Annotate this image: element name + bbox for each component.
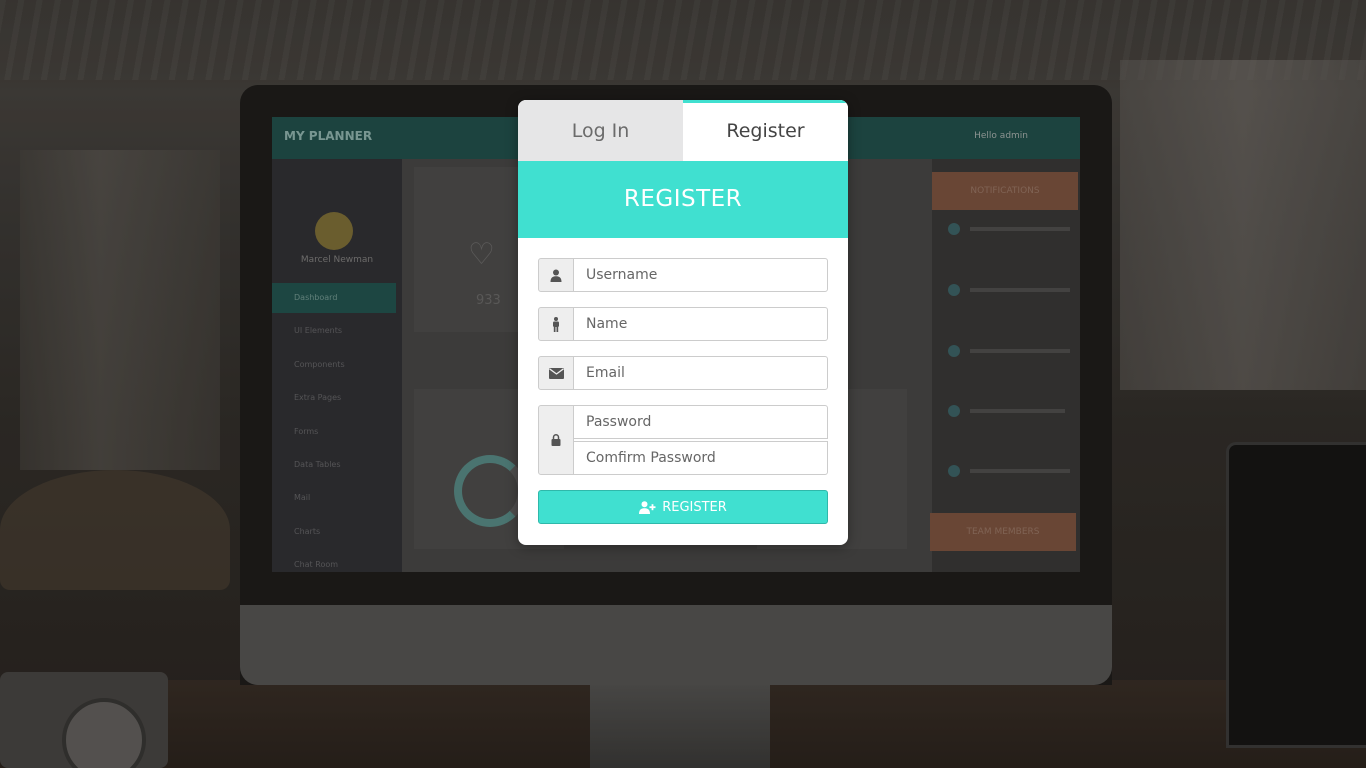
- name-field-group: [538, 307, 828, 341]
- username-field-group: [538, 258, 828, 292]
- confirm-password-input[interactable]: [573, 441, 828, 475]
- email-field-group: [538, 356, 828, 390]
- person-icon: [538, 307, 574, 341]
- lock-icon: [538, 405, 574, 475]
- email-input[interactable]: [573, 356, 828, 390]
- tab-register[interactable]: Register: [683, 100, 848, 161]
- username-input[interactable]: [573, 258, 828, 292]
- modal-title: REGISTER: [518, 161, 848, 238]
- register-button[interactable]: REGISTER: [538, 490, 828, 524]
- auth-tabs: Log In Register: [518, 100, 848, 161]
- password-field-group: [538, 405, 828, 475]
- tab-login[interactable]: Log In: [518, 100, 683, 161]
- register-modal: Log In Register REGISTER REGI: [518, 100, 848, 545]
- user-plus-icon: [639, 500, 656, 514]
- user-icon: [538, 258, 574, 292]
- envelope-icon: [538, 356, 574, 390]
- name-input[interactable]: [573, 307, 828, 341]
- password-input[interactable]: [573, 405, 828, 439]
- register-button-label: REGISTER: [662, 499, 727, 515]
